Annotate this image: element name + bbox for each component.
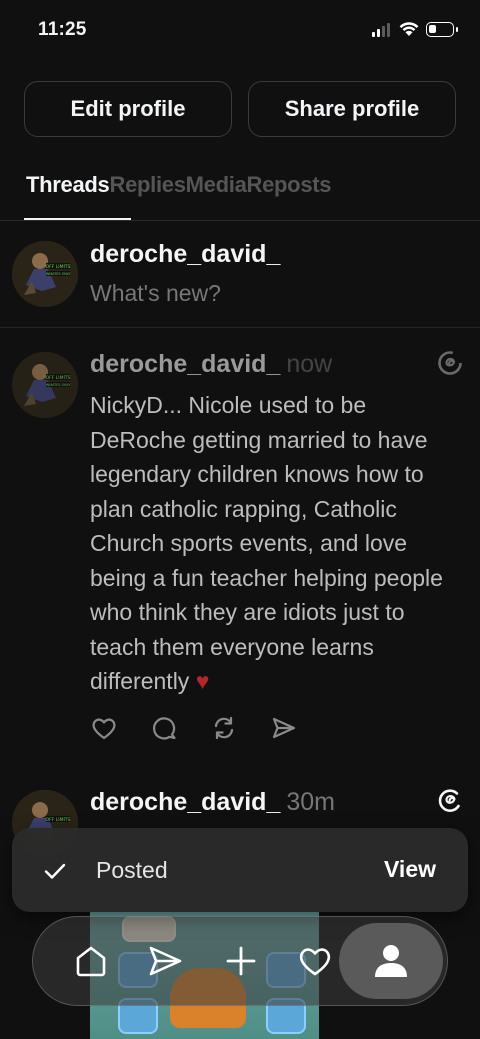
- status-time: 11:25: [38, 19, 87, 40]
- reply-icon[interactable]: [150, 714, 178, 742]
- nav-send[interactable]: [143, 939, 187, 983]
- share-profile-button[interactable]: Share profile: [248, 81, 456, 137]
- threads-logo-icon: [438, 351, 462, 375]
- composer-input[interactable]: What's new?: [90, 280, 221, 307]
- threads-logo-icon: [438, 789, 460, 812]
- svg-text:INMATES ONLY: INMATES ONLY: [46, 383, 72, 387]
- post-username[interactable]: deroche_david_: [90, 350, 280, 378]
- nav-home[interactable]: [69, 939, 113, 983]
- tabs-divider: [0, 220, 480, 221]
- plus-icon: [226, 946, 256, 976]
- tab-reposts[interactable]: Reposts: [247, 172, 332, 198]
- home-icon: [76, 946, 106, 977]
- tab-media[interactable]: Media: [186, 172, 247, 198]
- post-text: NickyD... Nicole used to be DeRoche gett…: [90, 388, 465, 699]
- share-icon[interactable]: [270, 714, 298, 742]
- profile-icon: [375, 945, 407, 977]
- bottom-navigation: [32, 916, 448, 1006]
- red-heart-emoji: ♥: [195, 668, 210, 694]
- cellular-signal-icon: [372, 23, 390, 37]
- toast-view-button[interactable]: View: [384, 856, 436, 883]
- composer-username: deroche_david_: [90, 240, 281, 268]
- threads-profile-screen: 11:25 Edit profile Share profile Threads…: [0, 0, 480, 1039]
- checkmark-icon: [44, 863, 66, 879]
- nav-profile[interactable]: [339, 923, 443, 999]
- post-text-content: NickyD... Nicole used to be DeRoche gett…: [90, 392, 443, 694]
- avatar[interactable]: OFF LIMITS INMATES ONLY: [12, 241, 78, 307]
- like-icon[interactable]: [90, 714, 118, 742]
- repost-icon[interactable]: [210, 714, 238, 742]
- avatar[interactable]: OFF LIMITS INMATES ONLY: [12, 352, 78, 418]
- svg-text:OFF LIMITS: OFF LIMITS: [46, 375, 71, 381]
- svg-text:INMATES ONLY: INMATES ONLY: [46, 272, 72, 276]
- edit-profile-button[interactable]: Edit profile: [24, 81, 232, 137]
- tab-replies[interactable]: Replies: [109, 172, 185, 198]
- status-bar: 11:25: [0, 0, 480, 60]
- battery-icon: [426, 22, 458, 37]
- post-header: deroche_david_ now: [90, 350, 332, 379]
- svg-text:OFF LIMITS: OFF LIMITS: [46, 264, 71, 270]
- post-actions: [90, 714, 298, 742]
- tab-threads[interactable]: Threads: [26, 172, 110, 198]
- wifi-icon: [399, 22, 419, 36]
- send-icon: [149, 946, 182, 976]
- post-header: deroche_david_ 30m: [90, 788, 335, 817]
- post-username[interactable]: deroche_david_: [90, 788, 280, 816]
- nav-activity[interactable]: [293, 939, 337, 983]
- composer-divider: [0, 327, 480, 328]
- post-timestamp: now: [286, 350, 333, 378]
- profile-tabs: Threads Replies Media Reposts: [26, 172, 332, 198]
- post-timestamp: 30m: [286, 788, 335, 816]
- nav-create[interactable]: [219, 939, 263, 983]
- heart-icon: [299, 948, 331, 976]
- toast-message: Posted: [96, 857, 168, 883]
- svg-text:OFF LIMITS: OFF LIMITS: [46, 817, 71, 823]
- posted-toast: Posted View: [12, 828, 468, 912]
